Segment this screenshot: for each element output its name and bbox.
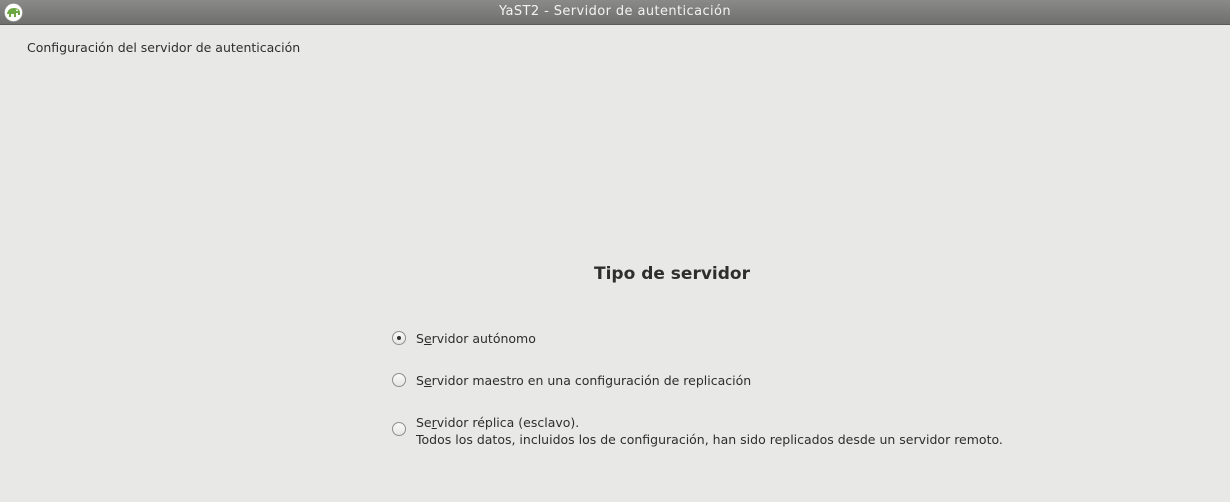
radio-label-replica[interactable]: Servidor réplica (esclavo). Todos los dat… xyxy=(416,414,1003,448)
radio-button-selected[interactable] xyxy=(392,331,406,345)
server-type-heading: Tipo de servidor xyxy=(594,264,750,284)
radio-button-unselected[interactable] xyxy=(392,373,406,387)
window-title: YaST2 - Servidor de autenticación xyxy=(498,4,732,19)
radio-button-unselected[interactable] xyxy=(392,422,406,436)
radio-description-replica: Todos los datos, incluidos los de config… xyxy=(416,432,1003,447)
dialog-subtitle: Configuración del servidor de autenticac… xyxy=(27,40,301,55)
title-bar[interactable]: YaST2 - Servidor de autenticación xyxy=(0,0,1230,25)
yast-window: YaST2 - Servidor de autenticación Config… xyxy=(0,0,1230,502)
radio-label-standalone[interactable]: Servidor autónomo xyxy=(416,330,536,347)
radio-label-master[interactable]: Servidor maestro en una configuración de… xyxy=(416,372,751,389)
